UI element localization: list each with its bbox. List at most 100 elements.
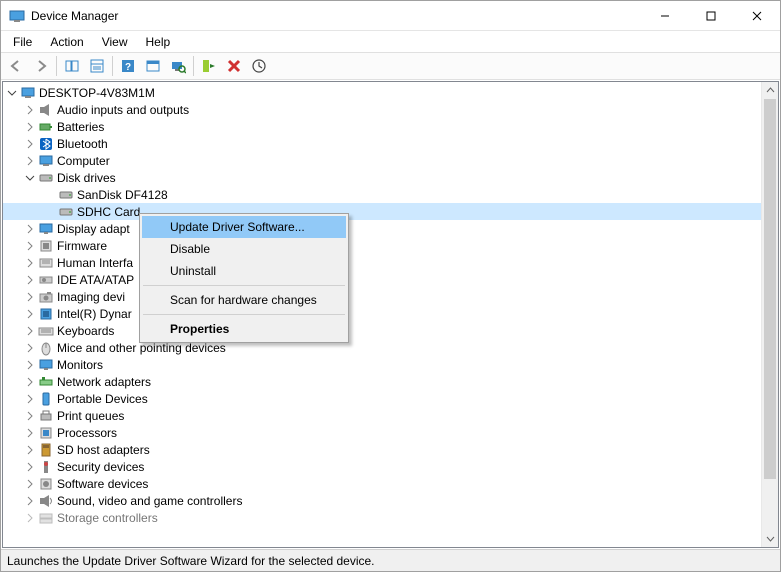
expander-icon[interactable] [23, 460, 37, 474]
expander-icon[interactable] [23, 392, 37, 406]
computer-icon [20, 85, 36, 101]
toolbar-separator [56, 56, 57, 76]
expander-icon[interactable] [23, 120, 37, 134]
minimize-button[interactable] [642, 1, 688, 30]
device-manager-window: Device Manager File Action View Help ? [0, 0, 781, 572]
maximize-button[interactable] [688, 1, 734, 30]
tree-category[interactable]: Processors [3, 424, 761, 441]
ctx-disable[interactable]: Disable [142, 238, 346, 260]
bluetooth-icon [38, 136, 54, 152]
tree-category[interactable]: SD host adapters [3, 441, 761, 458]
expander-icon[interactable] [5, 86, 19, 100]
expander-icon[interactable] [23, 137, 37, 151]
tree-item-label: Portable Devices [57, 392, 148, 406]
tree-category[interactable]: Sound, video and game controllers [3, 492, 761, 509]
sound-icon [38, 493, 54, 509]
expander-icon[interactable] [23, 375, 37, 389]
toolbar-separator [193, 56, 194, 76]
tree-body: Audio inputs and outputsBatteriesBluetoo… [3, 101, 761, 526]
scroll-track[interactable] [762, 479, 778, 530]
tree-category[interactable]: Monitors [3, 356, 761, 373]
expander-icon[interactable] [23, 494, 37, 508]
properties-button[interactable] [85, 54, 109, 78]
action-button[interactable] [141, 54, 165, 78]
tree-category[interactable]: IDE ATA/ATAP [3, 271, 761, 288]
tree-category[interactable]: Portable Devices [3, 390, 761, 407]
tree-category[interactable]: Intel(R) Dynar [3, 305, 761, 322]
expander-icon[interactable] [23, 290, 37, 304]
expander-icon[interactable] [23, 443, 37, 457]
app-icon [9, 8, 25, 24]
device-tree[interactable]: DESKTOP-4V83M1M Audio inputs and outputs… [3, 82, 761, 547]
ctx-scan[interactable]: Scan for hardware changes [142, 289, 346, 311]
expander-icon[interactable] [23, 477, 37, 491]
menu-file[interactable]: File [5, 34, 40, 50]
ctx-update-driver[interactable]: Update Driver Software... [142, 216, 346, 238]
tree-category[interactable]: Batteries [3, 118, 761, 135]
tree-category[interactable]: Storage controllers [3, 509, 761, 526]
battery-icon [38, 119, 54, 135]
scroll-thumb[interactable] [764, 99, 776, 479]
expander-icon[interactable] [23, 511, 37, 525]
expander-icon[interactable] [23, 256, 37, 270]
mouse-icon [38, 340, 54, 356]
scan-hardware-button[interactable] [166, 54, 190, 78]
tree-category[interactable]: Display adapt [3, 220, 761, 237]
tree-category[interactable]: Keyboards [3, 322, 761, 339]
enable-button[interactable] [197, 54, 221, 78]
expander-icon[interactable] [23, 171, 37, 185]
uninstall-button[interactable] [222, 54, 246, 78]
scroll-down-button[interactable] [762, 530, 778, 547]
tree-category[interactable]: Software devices [3, 475, 761, 492]
expander-icon[interactable] [23, 154, 37, 168]
expander-icon[interactable] [23, 426, 37, 440]
tree-device[interactable]: SanDisk DF4128 [3, 186, 761, 203]
statusbar: Launches the Update Driver Software Wiza… [1, 549, 780, 571]
ctx-separator [143, 285, 345, 286]
expander-icon[interactable] [23, 273, 37, 287]
tree-category[interactable]: Imaging devi [3, 288, 761, 305]
menu-help[interactable]: Help [138, 34, 179, 50]
show-hide-tree-button[interactable] [60, 54, 84, 78]
tree-root-label: DESKTOP-4V83M1M [39, 86, 155, 100]
tree-item-label: Audio inputs and outputs [57, 103, 189, 117]
expander-icon[interactable] [23, 409, 37, 423]
update-driver-button[interactable] [247, 54, 271, 78]
expander-icon[interactable] [23, 341, 37, 355]
vertical-scrollbar[interactable] [761, 82, 778, 547]
expander-icon[interactable] [23, 307, 37, 321]
expander-icon[interactable] [23, 239, 37, 253]
tree-item-label: Disk drives [57, 171, 116, 185]
tree-category[interactable]: Bluetooth [3, 135, 761, 152]
scroll-up-button[interactable] [762, 82, 778, 99]
expander-icon[interactable] [23, 222, 37, 236]
tree-item-label: Display adapt [57, 222, 130, 236]
tree-category[interactable]: Firmware [3, 237, 761, 254]
back-button[interactable] [4, 54, 28, 78]
tree-item-label: Keyboards [57, 324, 114, 338]
tree-device[interactable]: SDHC Card [3, 203, 761, 220]
expander-icon[interactable] [23, 103, 37, 117]
help-button[interactable]: ? [116, 54, 140, 78]
forward-button[interactable] [29, 54, 53, 78]
disk-icon [38, 170, 54, 186]
tree-category[interactable]: Security devices [3, 458, 761, 475]
ctx-uninstall[interactable]: Uninstall [142, 260, 346, 282]
expander-icon[interactable] [23, 358, 37, 372]
tree-category[interactable]: Disk drives [3, 169, 761, 186]
tree-item-label: IDE ATA/ATAP [57, 273, 134, 287]
svg-text:?: ? [125, 62, 131, 73]
expander-icon[interactable] [23, 324, 37, 338]
tree-category[interactable]: Human Interfa [3, 254, 761, 271]
menu-view[interactable]: View [94, 34, 136, 50]
menu-action[interactable]: Action [42, 34, 91, 50]
tree-category[interactable]: Computer [3, 152, 761, 169]
tree-root[interactable]: DESKTOP-4V83M1M [3, 84, 761, 101]
tree-item-label: Intel(R) Dynar [57, 307, 132, 321]
close-button[interactable] [734, 1, 780, 30]
tree-category[interactable]: Network adapters [3, 373, 761, 390]
ctx-properties[interactable]: Properties [142, 318, 346, 340]
tree-category[interactable]: Audio inputs and outputs [3, 101, 761, 118]
tree-category[interactable]: Print queues [3, 407, 761, 424]
tree-category[interactable]: Mice and other pointing devices [3, 339, 761, 356]
